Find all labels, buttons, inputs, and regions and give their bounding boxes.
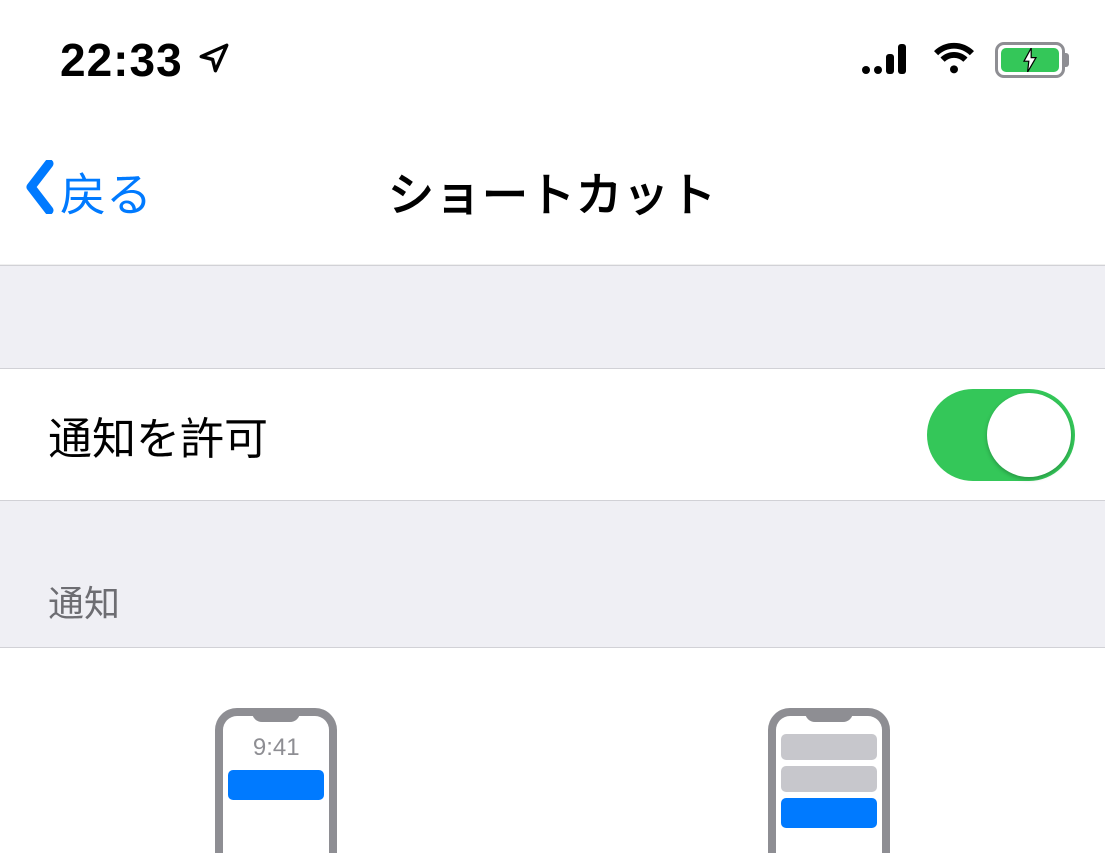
- phone-notch: [252, 708, 300, 722]
- status-time: 22:33: [60, 33, 183, 87]
- allow-notifications-label: 通知を許可: [48, 403, 268, 467]
- phone-notch: [805, 708, 853, 722]
- allow-notifications-toggle[interactable]: [927, 389, 1075, 481]
- notification-style-previews: 9:41: [0, 648, 1105, 853]
- battery-icon: [995, 42, 1065, 78]
- chevron-left-icon: [22, 160, 58, 225]
- status-bar: 22:33: [0, 0, 1105, 120]
- notification-placeholder: [781, 734, 877, 760]
- notification-banner: [781, 798, 877, 828]
- back-label: 戻る: [60, 159, 152, 225]
- preview-notification-center[interactable]: [553, 708, 1105, 853]
- notification-placeholder: [781, 766, 877, 792]
- location-icon: [197, 41, 231, 80]
- notification-banner: [228, 770, 324, 800]
- status-left: 22:33: [60, 33, 231, 87]
- phone-time-text: 9:41: [253, 734, 300, 762]
- back-button[interactable]: 戻る: [22, 159, 152, 225]
- page-title: ショートカット: [388, 159, 717, 225]
- toggle-knob: [987, 393, 1071, 477]
- allow-notifications-row: 通知を許可: [0, 369, 1105, 501]
- preview-lock-screen[interactable]: 9:41: [0, 708, 553, 853]
- wifi-icon: [931, 40, 977, 81]
- notifications-section-label: 通知: [48, 575, 120, 627]
- navigation-bar: 戻る ショートカット: [0, 120, 1105, 265]
- phone-mockup-lock-screen: 9:41: [215, 708, 337, 853]
- group-spacer: [0, 265, 1105, 369]
- phone-mockup-notification-center: [768, 708, 890, 853]
- status-right: [861, 40, 1065, 81]
- notifications-section-header: 通知: [0, 501, 1105, 648]
- cellular-icon: [861, 40, 913, 81]
